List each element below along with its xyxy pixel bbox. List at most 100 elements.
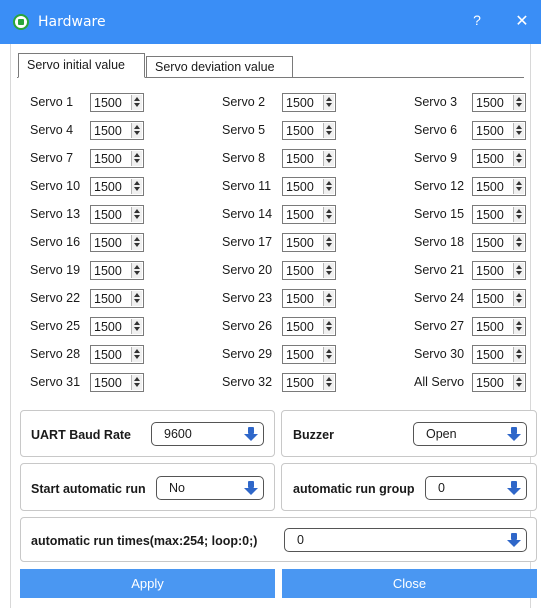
auto-times-group: automatic run times(max:254; loop:0;) 0 xyxy=(20,517,537,562)
spin-arrows-icon[interactable] xyxy=(323,347,334,362)
spin-arrows-icon[interactable] xyxy=(513,235,524,250)
spin-arrows-icon[interactable] xyxy=(513,151,524,166)
spin-arrows-icon[interactable] xyxy=(131,291,142,306)
spin-arrows-icon[interactable] xyxy=(323,95,334,110)
servo-item: Servo 32 1500 xyxy=(222,373,342,393)
servo-value-spinbox[interactable]: 1500 xyxy=(472,289,526,308)
servo-value-spinbox[interactable]: 1500 xyxy=(282,373,336,392)
spin-arrows-icon[interactable] xyxy=(323,319,334,334)
servo-value-spinbox[interactable]: 1500 xyxy=(90,177,144,196)
servo-value-spinbox[interactable]: 1500 xyxy=(282,149,336,168)
servo-value-spinbox[interactable]: 1500 xyxy=(282,289,336,308)
servo-value: 1500 xyxy=(476,152,504,166)
servo-item: Servo 25 1500 xyxy=(30,317,150,337)
servo-item: Servo 26 1500 xyxy=(222,317,342,337)
servo-label: Servo 5 xyxy=(222,123,266,137)
auto-group-select[interactable]: 0 xyxy=(425,476,527,500)
auto-times-select[interactable]: 0 xyxy=(284,528,527,552)
spin-arrows-icon[interactable] xyxy=(131,95,142,110)
servo-value: 1500 xyxy=(94,152,122,166)
servo-label: Servo 1 xyxy=(30,95,74,109)
spin-arrows-icon[interactable] xyxy=(323,263,334,278)
servo-item: Servo 13 1500 xyxy=(30,205,150,225)
spin-arrows-icon[interactable] xyxy=(323,179,334,194)
spin-arrows-icon[interactable] xyxy=(513,179,524,194)
spin-arrows-icon[interactable] xyxy=(323,207,334,222)
auto-run-select[interactable]: No xyxy=(156,476,264,500)
spin-arrows-icon[interactable] xyxy=(513,319,524,334)
servo-label: Servo 30 xyxy=(414,347,465,361)
servo-value: 1500 xyxy=(286,264,314,278)
servo-value-spinbox[interactable]: 1500 xyxy=(90,149,144,168)
spin-arrows-icon[interactable] xyxy=(513,263,524,278)
spin-arrows-icon[interactable] xyxy=(131,123,142,138)
spin-arrows-icon[interactable] xyxy=(323,123,334,138)
servo-value-spinbox[interactable]: 1500 xyxy=(282,345,336,364)
servo-value-spinbox[interactable]: 1500 xyxy=(90,345,144,364)
servo-value-spinbox[interactable]: 1500 xyxy=(282,121,336,140)
servo-value-spinbox[interactable]: 1500 xyxy=(472,149,526,168)
servo-value-spinbox[interactable]: 1500 xyxy=(282,205,336,224)
apply-button[interactable]: Apply xyxy=(20,569,275,598)
servo-value: 1500 xyxy=(476,264,504,278)
servo-value: 1500 xyxy=(94,124,122,138)
servo-value: 1500 xyxy=(94,180,122,194)
servo-value-spinbox[interactable]: 1500 xyxy=(472,121,526,140)
servo-value-spinbox[interactable]: 1500 xyxy=(90,205,144,224)
servo-value: 1500 xyxy=(476,180,504,194)
spin-arrows-icon[interactable] xyxy=(323,151,334,166)
servo-value: 1500 xyxy=(286,180,314,194)
spin-arrows-icon[interactable] xyxy=(131,263,142,278)
spin-arrows-icon[interactable] xyxy=(513,291,524,306)
servo-value-spinbox[interactable]: 1500 xyxy=(282,261,336,280)
buzzer-select[interactable]: Open xyxy=(413,422,527,446)
tab-servo-deviation-value[interactable]: Servo deviation value xyxy=(146,56,293,78)
help-button[interactable]: ? xyxy=(468,12,486,28)
uart-baud-select[interactable]: 9600 xyxy=(151,422,264,446)
spin-arrows-icon[interactable] xyxy=(131,207,142,222)
spin-arrows-icon[interactable] xyxy=(513,207,524,222)
spin-arrows-icon[interactable] xyxy=(323,235,334,250)
spin-arrows-icon[interactable] xyxy=(323,291,334,306)
servo-label: Servo 20 xyxy=(222,263,273,277)
servo-item: Servo 18 1500 xyxy=(414,233,534,253)
close-window-icon[interactable]: ✕ xyxy=(512,11,532,31)
spin-arrows-icon[interactable] xyxy=(131,179,142,194)
servo-value-spinbox[interactable]: 1500 xyxy=(90,121,144,140)
servo-value-spinbox[interactable]: 1500 xyxy=(90,317,144,336)
servo-value-spinbox[interactable]: 1500 xyxy=(282,177,336,196)
servo-item: Servo 24 1500 xyxy=(414,289,534,309)
spin-arrows-icon[interactable] xyxy=(131,375,142,390)
servo-value-spinbox[interactable]: 1500 xyxy=(90,261,144,280)
auto-run-label: Start automatic run xyxy=(31,482,146,496)
servo-value: 1500 xyxy=(476,208,504,222)
servo-value: 1500 xyxy=(476,236,504,250)
servo-value-spinbox[interactable]: 1500 xyxy=(472,233,526,252)
servo-value-spinbox[interactable]: 1500 xyxy=(90,233,144,252)
spin-arrows-icon[interactable] xyxy=(513,347,524,362)
servo-value-spinbox[interactable]: 1500 xyxy=(472,317,526,336)
servo-value-spinbox[interactable]: 1500 xyxy=(90,289,144,308)
spin-arrows-icon[interactable] xyxy=(131,347,142,362)
spin-arrows-icon[interactable] xyxy=(131,235,142,250)
spin-arrows-icon[interactable] xyxy=(131,319,142,334)
servo-value-spinbox[interactable]: 1500 xyxy=(472,345,526,364)
servo-value-spinbox[interactable]: 1500 xyxy=(472,177,526,196)
spin-arrows-icon[interactable] xyxy=(513,375,524,390)
tab-servo-initial-value[interactable]: Servo initial value xyxy=(18,53,145,78)
servo-value-spinbox[interactable]: 1500 xyxy=(472,93,526,112)
servo-label: Servo 14 xyxy=(222,207,273,221)
servo-value-spinbox[interactable]: 1500 xyxy=(90,373,144,392)
spin-arrows-icon[interactable] xyxy=(513,123,524,138)
servo-value-spinbox[interactable]: 1500 xyxy=(472,261,526,280)
servo-value-spinbox[interactable]: 1500 xyxy=(472,205,526,224)
servo-value-spinbox[interactable]: 1500 xyxy=(90,93,144,112)
spin-arrows-icon[interactable] xyxy=(323,375,334,390)
spin-arrows-icon[interactable] xyxy=(513,95,524,110)
spin-arrows-icon[interactable] xyxy=(131,151,142,166)
servo-value-spinbox[interactable]: 1500 xyxy=(282,317,336,336)
servo-value-spinbox[interactable]: 1500 xyxy=(472,373,526,392)
close-button[interactable]: Close xyxy=(282,569,537,598)
servo-value-spinbox[interactable]: 1500 xyxy=(282,233,336,252)
servo-value-spinbox[interactable]: 1500 xyxy=(282,93,336,112)
